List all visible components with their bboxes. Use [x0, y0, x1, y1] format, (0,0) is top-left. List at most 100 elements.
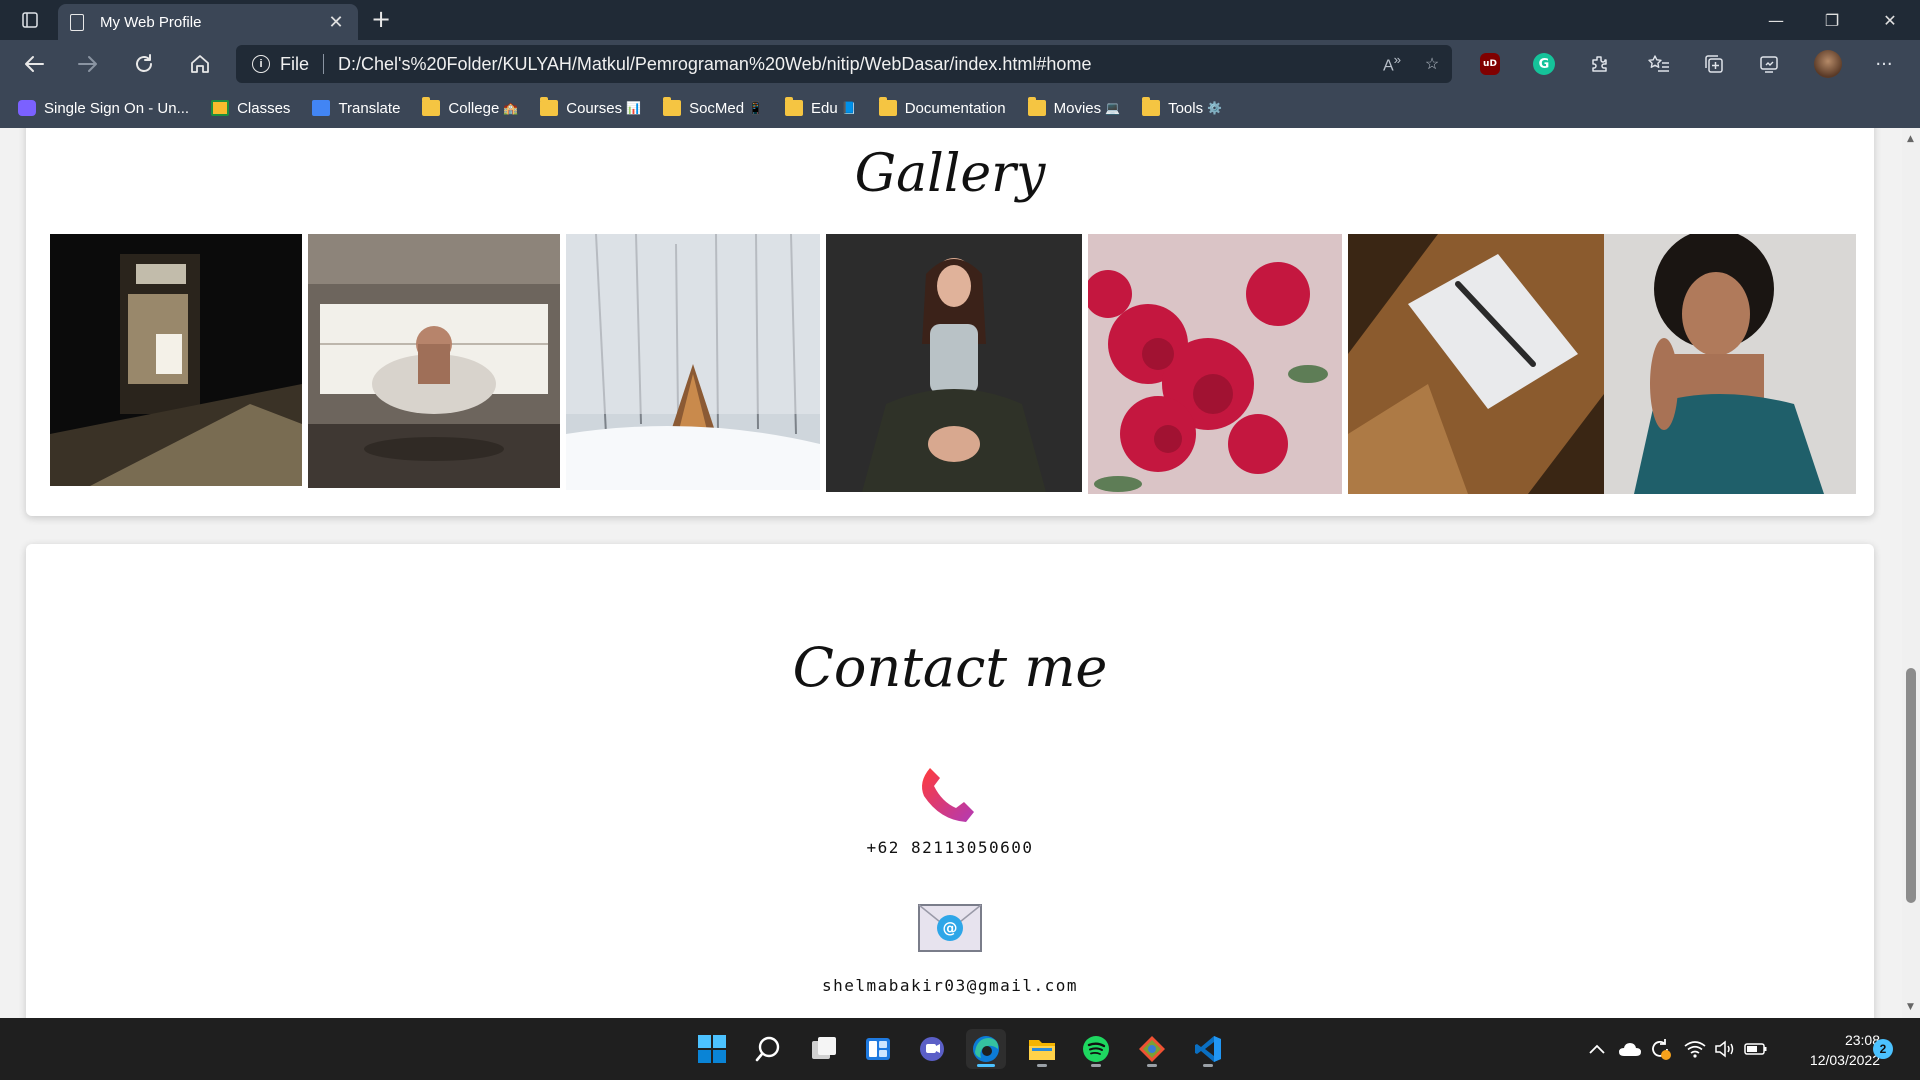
scroll-down-arrow-icon[interactable]: ▼ [1907, 1002, 1914, 1012]
gallery-photo-notebook-pen[interactable] [1348, 234, 1604, 494]
task-view-icon[interactable] [804, 1029, 844, 1069]
bookmark-label: College [448, 99, 500, 117]
show-hidden-icons-icon[interactable] [1588, 1018, 1606, 1080]
vertical-scrollbar[interactable]: ▲ ▼ [1902, 128, 1920, 1018]
widgets-icon[interactable] [858, 1029, 898, 1069]
svg-text:@: @ [943, 919, 958, 937]
bookmark-single-sign-on[interactable]: Single Sign On - Un... [18, 100, 189, 117]
tab-actions-icon[interactable] [14, 6, 46, 34]
scroll-up-arrow-icon[interactable]: ▲ [1907, 134, 1914, 144]
folder-icon [785, 97, 804, 116]
grammarly-extension-icon[interactable]: G [1530, 50, 1558, 78]
url-scheme: File [280, 53, 310, 74]
folder-icon [1027, 97, 1046, 116]
edge-browser-icon[interactable] [966, 1029, 1006, 1069]
system-clock[interactable]: 23:08 12/03/2022 [1770, 1030, 1880, 1070]
search-icon[interactable] [748, 1029, 788, 1069]
start-button[interactable] [692, 1029, 732, 1069]
sso-icon [18, 100, 36, 116]
folder-icon [540, 97, 559, 116]
tab-my-web-profile[interactable]: My Web Profile ✕ [58, 4, 358, 40]
school-emoji-icon: 🏫 [503, 101, 519, 115]
ublock-extension-icon[interactable]: uD [1476, 50, 1504, 78]
site-info-icon[interactable]: i [252, 55, 270, 73]
bookmark-folder-movies[interactable]: Movies 💻 [1027, 97, 1121, 117]
bookmark-folder-documentation[interactable]: Documentation [878, 97, 1006, 117]
volume-icon[interactable] [1714, 1018, 1736, 1080]
document-icon [70, 13, 84, 31]
bookmark-label: Single Sign On - Un... [44, 99, 190, 117]
bookmark-folder-courses[interactable]: Courses 📊 [540, 97, 641, 117]
bookmark-label: Courses [566, 99, 623, 117]
contact-title: Contact me [792, 636, 1108, 699]
gallery-photo-storefront[interactable] [50, 234, 302, 486]
teams-chat-icon[interactable] [912, 1029, 952, 1069]
tab-title: My Web Profile [100, 13, 202, 31]
minimize-button[interactable]: — [1748, 0, 1804, 40]
wifi-icon[interactable] [1684, 1018, 1706, 1080]
sync-update-icon[interactable] [1648, 1018, 1672, 1080]
bookmark-label: SocMed [689, 99, 745, 117]
folder-icon [878, 97, 897, 116]
page-viewport[interactable]: Gallery Contact me +62 82113050600 @ she… [0, 128, 1902, 1018]
restore-button[interactable]: ❐ [1804, 0, 1860, 40]
phone-icon [916, 762, 980, 826]
bookmark-classes[interactable]: Classes [211, 100, 290, 117]
bookmark-folder-tools[interactable]: Tools ⚙️ [1142, 97, 1223, 117]
clock-date: 12/03/2022 [1809, 1052, 1880, 1068]
back-icon[interactable] [16, 48, 52, 80]
running-indicator [977, 1064, 995, 1067]
url-text[interactable]: D:/Chel's%20Folder/KULYAH/Matkul/Pemrogr… [338, 54, 1372, 75]
forward-icon[interactable] [70, 48, 106, 80]
bookmark-label: Translate [338, 99, 401, 117]
close-tab-icon[interactable]: ✕ [326, 12, 346, 33]
scrollbar-thumb[interactable] [1906, 668, 1916, 903]
favorites-icon[interactable] [1645, 50, 1673, 78]
gear-emoji-icon: ⚙️ [1207, 101, 1223, 115]
browser-window: My Web Profile ✕ + — ❐ ✕ i File D:/Chel'… [0, 0, 1920, 1018]
vscode-icon[interactable] [1188, 1029, 1228, 1069]
new-tab-button[interactable]: + [366, 6, 396, 34]
extensions-icon[interactable] [1585, 50, 1613, 78]
address-bar[interactable]: i File D:/Chel's%20Folder/KULYAH/Matkul/… [236, 45, 1452, 83]
bookmark-folder-edu[interactable]: Edu 📘 [785, 97, 857, 117]
address-separator [323, 54, 325, 74]
running-indicator [1203, 1064, 1213, 1067]
running-indicator [1037, 1064, 1047, 1067]
gallery-photo-red-flowers[interactable] [1088, 234, 1342, 494]
gallery-photo-snow-cabin[interactable] [566, 234, 820, 490]
laptop-emoji-icon: 💻 [1105, 101, 1121, 115]
git-kraken-icon[interactable] [1132, 1029, 1172, 1069]
folder-icon [663, 97, 682, 116]
battery-icon[interactable] [1744, 1018, 1768, 1080]
book-emoji-icon: 📘 [841, 101, 857, 115]
contact-phone-number[interactable]: +62 82113050600 [26, 838, 1874, 857]
folder-icon [1142, 97, 1161, 116]
bookmark-folder-college[interactable]: College 🏫 [422, 97, 519, 117]
file-explorer-icon[interactable] [1022, 1029, 1062, 1069]
bookmark-translate[interactable]: Translate [312, 100, 400, 117]
browser-essentials-icon[interactable] [1755, 50, 1783, 78]
gallery-title: Gallery [854, 144, 1046, 204]
tab-bar: My Web Profile ✕ + — ❐ ✕ [0, 0, 1920, 40]
gallery-photo-strip [50, 234, 1856, 494]
add-favorite-icon[interactable]: ☆ [1412, 54, 1452, 74]
onedrive-cloud-icon[interactable] [1618, 1018, 1642, 1080]
collections-icon[interactable] [1700, 50, 1728, 78]
profile-avatar[interactable] [1814, 50, 1842, 78]
contact-email-address[interactable]: shelmabakir03@gmail.com [26, 976, 1874, 995]
refresh-icon[interactable] [126, 48, 162, 80]
gallery-photo-car-garage[interactable] [308, 234, 560, 488]
notification-count-badge[interactable]: 2 [1873, 1039, 1893, 1059]
home-icon[interactable] [182, 48, 218, 80]
running-indicator [1091, 1064, 1101, 1067]
spotify-icon[interactable] [1076, 1029, 1116, 1069]
more-options-icon[interactable]: ··· [1870, 50, 1898, 78]
close-window-button[interactable]: ✕ [1862, 0, 1918, 40]
gallery-photo-woman-portrait[interactable] [1604, 234, 1856, 494]
running-indicator [1147, 1064, 1157, 1067]
bookmark-label: Classes [237, 99, 291, 117]
gallery-photo-woman-sitting[interactable] [826, 234, 1082, 492]
read-aloud-icon[interactable]: A» [1372, 52, 1412, 75]
bookmark-folder-socmed[interactable]: SocMed 📱 [663, 97, 763, 117]
